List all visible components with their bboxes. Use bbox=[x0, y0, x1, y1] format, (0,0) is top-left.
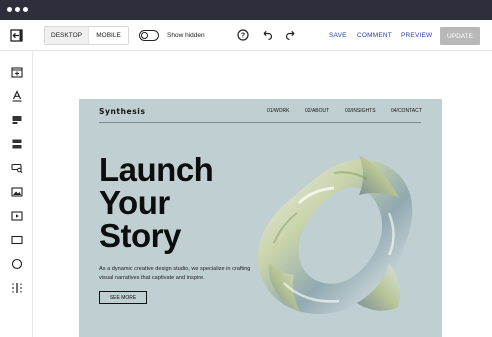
search-field-icon[interactable] bbox=[9, 160, 24, 175]
nav-link-about[interactable]: 02/ABOUT bbox=[305, 108, 329, 114]
rectangle-icon[interactable] bbox=[9, 232, 24, 247]
image-icon[interactable] bbox=[9, 184, 24, 199]
columns-icon[interactable] bbox=[9, 280, 24, 295]
hero-line: Launch bbox=[99, 151, 214, 188]
svg-text:?: ? bbox=[241, 33, 245, 40]
website-preview[interactable]: Synthesis 01/WORK 02/ABOUT 03/INSIGHTS 0… bbox=[79, 99, 442, 337]
nav-link-contact[interactable]: 04/CONTACT bbox=[391, 108, 422, 114]
paragraph-icon[interactable] bbox=[9, 112, 24, 127]
hero-line: Story bbox=[99, 217, 181, 254]
toggle-knob bbox=[141, 32, 148, 39]
device-switcher: DESKTOP MOBILE bbox=[44, 26, 129, 45]
show-hidden-toggle[interactable] bbox=[139, 30, 159, 41]
nav-link-insights[interactable]: 03/INSIGHTS bbox=[345, 108, 376, 114]
add-section-icon[interactable] bbox=[9, 64, 24, 79]
see-more-button[interactable]: SEE MORE bbox=[99, 291, 147, 304]
redo-icon[interactable] bbox=[284, 28, 298, 42]
circle-icon[interactable] bbox=[9, 256, 24, 271]
nav-link-work[interactable]: 01/WORK bbox=[267, 108, 290, 114]
save-button[interactable]: SAVE bbox=[329, 32, 347, 39]
comment-button[interactable]: COMMENT bbox=[357, 32, 392, 39]
nav-divider bbox=[99, 122, 421, 123]
element-sidebar bbox=[0, 51, 33, 337]
hero-description[interactable]: As a dynamic creative design studio, we … bbox=[99, 265, 259, 282]
exit-editor-icon[interactable] bbox=[9, 28, 24, 43]
glass-knot-image[interactable] bbox=[239, 143, 429, 323]
window-dot-icon bbox=[23, 7, 28, 12]
window-dot-icon bbox=[15, 7, 20, 12]
list-icon[interactable] bbox=[9, 136, 24, 151]
mobile-view-button[interactable]: MOBILE bbox=[89, 27, 128, 44]
undo-icon[interactable] bbox=[260, 28, 274, 42]
hero-headline[interactable]: Launch Your Story bbox=[99, 151, 214, 254]
hero-line: Your bbox=[99, 184, 170, 221]
editor-toolbar: DESKTOP MOBILE Show hidden ? SAVE COMMEN… bbox=[0, 20, 492, 51]
preview-button[interactable]: PREVIEW bbox=[401, 32, 432, 39]
update-button[interactable]: UPDATE bbox=[440, 27, 480, 45]
window-dot-icon bbox=[7, 7, 12, 12]
video-icon[interactable] bbox=[9, 208, 24, 223]
site-logo[interactable]: Synthesis bbox=[99, 107, 146, 116]
window-titlebar bbox=[0, 0, 492, 20]
desktop-view-button[interactable]: DESKTOP bbox=[45, 27, 89, 44]
text-icon[interactable] bbox=[9, 88, 24, 103]
help-icon[interactable]: ? bbox=[236, 28, 250, 42]
show-hidden-label: Show hidden bbox=[167, 32, 205, 39]
